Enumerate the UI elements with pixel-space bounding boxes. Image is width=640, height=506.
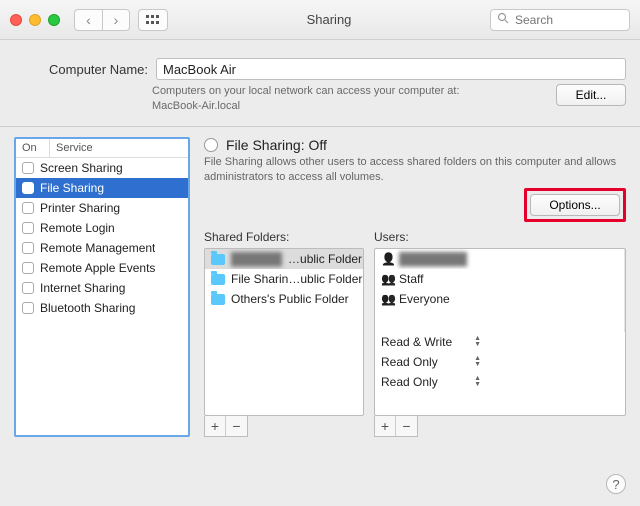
service-row[interactable]: Printer Sharing xyxy=(16,198,188,218)
forward-button[interactable]: › xyxy=(102,9,130,31)
services-header-on[interactable]: On xyxy=(16,139,50,157)
shared-folders-title: Shared Folders: xyxy=(204,230,364,244)
folder-row[interactable]: File Sharin…ublic Folder xyxy=(205,269,363,289)
titlebar: ‹ › Sharing xyxy=(0,0,640,40)
service-row[interactable]: Remote Apple Events xyxy=(16,258,188,278)
service-label: Bluetooth Sharing xyxy=(40,301,135,315)
show-all-button[interactable] xyxy=(138,9,168,31)
service-checkbox[interactable] xyxy=(22,182,34,194)
add-user-button[interactable]: + xyxy=(375,416,396,436)
folder-row[interactable]: Others's Public Folder xyxy=(205,289,363,309)
service-row[interactable]: Screen Sharing xyxy=(16,158,188,178)
permission-stepper[interactable]: ▲▼ xyxy=(474,356,481,368)
user-label: ████████ xyxy=(399,252,467,266)
back-button[interactable]: ‹ xyxy=(74,9,102,31)
service-label: File Sharing xyxy=(40,181,104,195)
grid-icon xyxy=(146,15,160,25)
options-highlight: Options... xyxy=(524,188,626,222)
edit-button[interactable]: Edit... xyxy=(556,84,626,106)
window-controls xyxy=(10,14,60,26)
window-title: Sharing xyxy=(176,12,482,27)
folder-icon xyxy=(211,294,225,305)
service-label: Remote Apple Events xyxy=(40,261,155,275)
close-window-button[interactable] xyxy=(10,14,22,26)
service-label: Internet Sharing xyxy=(40,281,125,295)
services-header: On Service xyxy=(16,139,188,158)
service-checkbox[interactable] xyxy=(22,242,34,254)
search-input[interactable] xyxy=(513,12,623,28)
folder-label: File Sharin…ublic Folder xyxy=(231,272,362,286)
folder-icon xyxy=(211,254,225,265)
computer-name-label: Computer Name: xyxy=(18,62,148,77)
service-description: File Sharing allows other users to acces… xyxy=(204,155,626,185)
service-row[interactable]: Internet Sharing xyxy=(16,278,188,298)
help-button[interactable]: ? xyxy=(606,474,626,494)
user-row[interactable]: 👥 Everyone xyxy=(375,289,624,309)
folder-label: Others's Public Folder xyxy=(231,292,349,306)
service-status-title: File Sharing: Off xyxy=(226,137,327,153)
service-row[interactable]: Remote Login xyxy=(16,218,188,238)
service-checkbox[interactable] xyxy=(22,202,34,214)
permission-label: Read Only xyxy=(381,355,438,369)
user-row[interactable]: 👤 ████████ xyxy=(375,249,624,269)
users-title: Users: xyxy=(374,230,626,244)
service-checkbox[interactable] xyxy=(22,302,34,314)
users-list: 👤████████👥Staff👥Everyone Read & Write▲▼R… xyxy=(374,248,626,415)
service-row[interactable]: File Sharing xyxy=(16,178,188,198)
service-enable-toggle[interactable] xyxy=(204,138,218,152)
minimize-window-button[interactable] xyxy=(29,14,41,26)
service-row[interactable]: Remote Management xyxy=(16,238,188,258)
services-list: On Service Screen Sharing File Sharing Pri… xyxy=(14,137,190,437)
search-field[interactable] xyxy=(490,9,630,31)
service-checkbox[interactable] xyxy=(22,222,34,234)
search-icon xyxy=(497,12,509,27)
shared-folders-list: ██████…ublic Folder File Sharin…ublic Fol… xyxy=(204,248,364,415)
user-label: Staff xyxy=(399,272,423,286)
remove-user-button[interactable]: − xyxy=(396,416,417,436)
computer-name-field[interactable]: MacBook Air xyxy=(156,58,626,80)
service-checkbox[interactable] xyxy=(22,162,34,174)
folder-icon xyxy=(211,274,225,285)
services-header-service[interactable]: Service xyxy=(50,139,188,157)
permission-row[interactable]: Read Only ▲▼ xyxy=(375,352,485,372)
service-label: Remote Management xyxy=(40,241,155,255)
folder-label: …ublic Folder xyxy=(288,252,362,266)
permission-row[interactable]: Read Only ▲▼ xyxy=(375,372,485,392)
remove-folder-button[interactable]: − xyxy=(226,416,247,436)
nav-buttons: ‹ › xyxy=(74,9,130,31)
service-label: Printer Sharing xyxy=(40,201,120,215)
service-row[interactable]: Bluetooth Sharing xyxy=(16,298,188,318)
options-button[interactable]: Options... xyxy=(530,194,620,216)
permission-stepper[interactable]: ▲▼ xyxy=(474,376,481,388)
users-icon: 👥 xyxy=(381,273,393,285)
zoom-window-button[interactable] xyxy=(48,14,60,26)
folder-row[interactable]: ██████…ublic Folder xyxy=(205,249,363,269)
folders-pm: + − xyxy=(204,416,248,437)
permission-stepper[interactable]: ▲▼ xyxy=(474,336,481,348)
user-icon: 👤 xyxy=(381,253,393,265)
users-pm: + − xyxy=(374,416,418,437)
permission-label: Read & Write xyxy=(381,335,452,349)
user-row[interactable]: 👥 Staff xyxy=(375,269,624,289)
add-folder-button[interactable]: + xyxy=(205,416,226,436)
service-label: Remote Login xyxy=(40,221,115,235)
user-label: Everyone xyxy=(399,292,450,306)
users-icon: 👥 xyxy=(381,293,393,305)
computer-name-value: MacBook Air xyxy=(163,62,236,77)
service-checkbox[interactable] xyxy=(22,282,34,294)
permission-row[interactable]: Read & Write ▲▼ xyxy=(375,332,485,352)
service-checkbox[interactable] xyxy=(22,262,34,274)
computer-name-subtext: Computers on your local network can acce… xyxy=(152,84,548,114)
permission-label: Read Only xyxy=(381,375,438,389)
divider xyxy=(0,126,640,127)
service-label: Screen Sharing xyxy=(40,161,123,175)
